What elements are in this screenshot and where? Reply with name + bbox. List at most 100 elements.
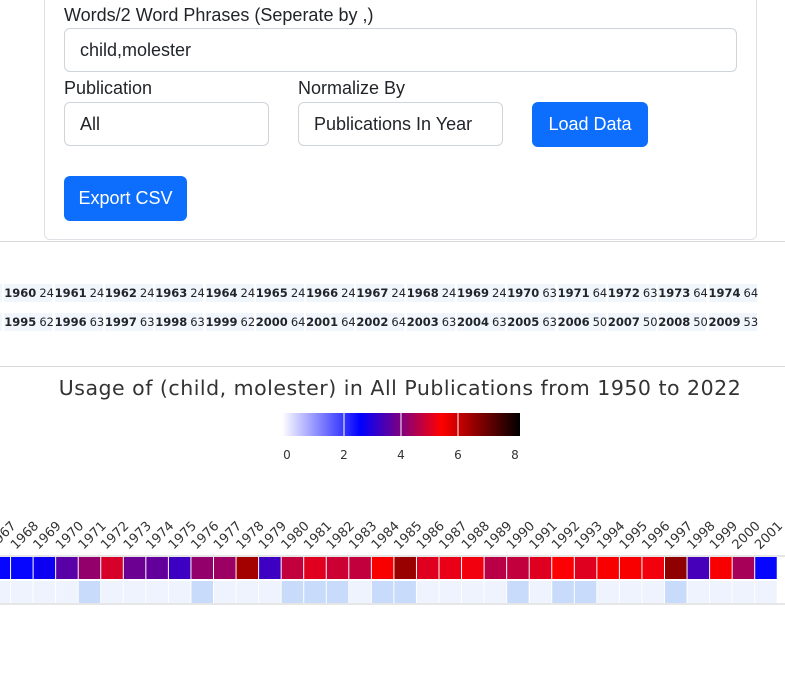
heatmap-cell[interactable] [462, 557, 484, 579]
year-label: 1965 [255, 286, 288, 300]
year-count-cell: 1968 24 [406, 284, 457, 302]
heatmap-cell[interactable] [304, 557, 326, 579]
heatmap-cell[interactable] [56, 557, 78, 579]
heatmap-cell-secondary[interactable] [687, 581, 710, 603]
heatmap-cell-secondary[interactable] [462, 581, 484, 603]
words-label: Words/2 Word Phrases (Seperate by ,) [64, 5, 374, 25]
heatmap-cell[interactable] [236, 557, 259, 579]
year-label: 2004 [457, 315, 490, 329]
heatmap-cell-secondary[interactable] [484, 581, 507, 603]
heatmap-cell-secondary[interactable] [439, 581, 462, 603]
heatmap-cell-secondary[interactable] [304, 581, 326, 603]
heatmap-cell-secondary[interactable] [33, 581, 56, 603]
year-count-cell: 1963 24 [155, 284, 205, 302]
heatmap-cell[interactable] [349, 557, 371, 579]
heatmap-cell-secondary[interactable] [101, 581, 123, 603]
heatmap-cell[interactable] [574, 557, 597, 579]
heatmap-cell[interactable] [552, 557, 574, 579]
heatmap-cell-secondary[interactable] [214, 581, 236, 603]
heatmap-cell[interactable] [326, 557, 349, 579]
heatmap-cell-secondary[interactable] [574, 581, 597, 603]
year-count-cell: 1964 24 [205, 284, 255, 302]
year-label: 1995 [4, 315, 37, 329]
heatmap-cell[interactable] [507, 557, 529, 579]
heatmap-cell[interactable] [146, 557, 168, 579]
heatmap-cell-secondary[interactable] [236, 581, 259, 603]
heatmap-cell[interactable] [168, 557, 191, 579]
year-label: 1960 [4, 286, 37, 300]
count-value: 63 [139, 315, 155, 329]
heatmap-cell[interactable] [755, 557, 777, 579]
heatmap-cell-secondary[interactable] [665, 581, 687, 603]
publication-select[interactable]: All [64, 102, 269, 146]
year-count-cell: 2005 63 [507, 313, 557, 331]
year-count-cell: 2001 64 [306, 313, 356, 331]
heatmap-cell-secondary[interactable] [123, 581, 146, 603]
year-label: 1996 [54, 315, 87, 329]
heatmap-cell[interactable] [642, 557, 664, 579]
heatmap-cell-secondary[interactable] [326, 581, 349, 603]
heatmap-cell[interactable] [101, 557, 123, 579]
heatmap-cell[interactable] [439, 557, 462, 579]
heatmap-cell-secondary[interactable] [394, 581, 416, 603]
year-count-cell: 1966 24 [306, 284, 356, 302]
heatmap-cell-secondary[interactable] [529, 581, 552, 603]
heatmap-cell[interactable] [123, 557, 146, 579]
heatmap-cell[interactable] [484, 557, 507, 579]
heatmap-cell-secondary[interactable] [146, 581, 168, 603]
heatmap-cell-secondary[interactable] [259, 581, 281, 603]
heatmap-cell[interactable] [33, 557, 56, 579]
heatmap-cell-secondary[interactable] [78, 581, 101, 603]
heatmap-cell-secondary[interactable] [642, 581, 664, 603]
publication-label: Publication [64, 78, 153, 98]
heatmap-cell-secondary[interactable] [11, 581, 33, 603]
heatmap-cell-secondary[interactable] [507, 581, 529, 603]
heatmap-cell-secondary[interactable] [732, 581, 755, 603]
heatmap-cell-secondary[interactable] [597, 581, 619, 603]
year-label: 1997 [104, 315, 137, 329]
heatmap-cell-secondary[interactable] [552, 581, 574, 603]
normalize-select[interactable]: Publications In Year [298, 102, 503, 146]
count-value: 24 [139, 286, 155, 300]
heatmap-cell-secondary[interactable] [416, 581, 439, 603]
heatmap-cell-secondary[interactable] [56, 581, 78, 603]
heatmap-cell[interactable] [259, 557, 281, 579]
heatmap-cell[interactable] [11, 557, 33, 579]
count-value: 64 [290, 315, 306, 329]
year-count-cell: 61 [0, 313, 2, 331]
heatmap-cell-secondary[interactable] [619, 581, 642, 603]
heatmap-cell-secondary[interactable] [168, 581, 191, 603]
year-count-cell: 1995 62 [4, 313, 54, 331]
heatmap-cell[interactable] [732, 557, 755, 579]
heatmap-cell-secondary[interactable] [281, 581, 304, 603]
heatmap-cell[interactable] [710, 557, 732, 579]
year-count-cell: 2002 64 [356, 313, 406, 331]
heatmap-cell[interactable] [529, 557, 552, 579]
count-value: 24 [441, 286, 457, 300]
heatmap-cell-secondary[interactable] [755, 581, 777, 603]
count-value: 50 [693, 315, 708, 329]
year-label: 2005 [507, 315, 540, 329]
heatmap-cell-secondary[interactable] [191, 581, 213, 603]
year-count-cell: 1972 63 [607, 284, 658, 302]
heatmap-cell-secondary[interactable] [0, 581, 11, 603]
heatmap-cell-secondary[interactable] [371, 581, 394, 603]
heatmap-cell-secondary[interactable] [710, 581, 732, 603]
heatmap-cell-secondary[interactable] [349, 581, 371, 603]
heatmap-cell[interactable] [371, 557, 394, 579]
heatmap-cell[interactable] [687, 557, 710, 579]
heatmap-cell[interactable] [394, 557, 416, 579]
heatmap-cell[interactable] [0, 557, 11, 579]
heatmap-cell[interactable] [191, 557, 213, 579]
heatmap-cell[interactable] [281, 557, 304, 579]
heatmap-cell[interactable] [619, 557, 642, 579]
heatmap-cell[interactable] [416, 557, 439, 579]
year-label: 1964 [205, 286, 238, 300]
export-csv-button[interactable]: Export CSV [64, 176, 187, 221]
load-data-button[interactable]: Load Data [532, 102, 648, 147]
words-input[interactable]: child,molester [64, 28, 737, 72]
heatmap-cell[interactable] [214, 557, 236, 579]
heatmap-cell[interactable] [78, 557, 101, 579]
heatmap-cell[interactable] [665, 557, 687, 579]
heatmap-cell[interactable] [597, 557, 619, 579]
